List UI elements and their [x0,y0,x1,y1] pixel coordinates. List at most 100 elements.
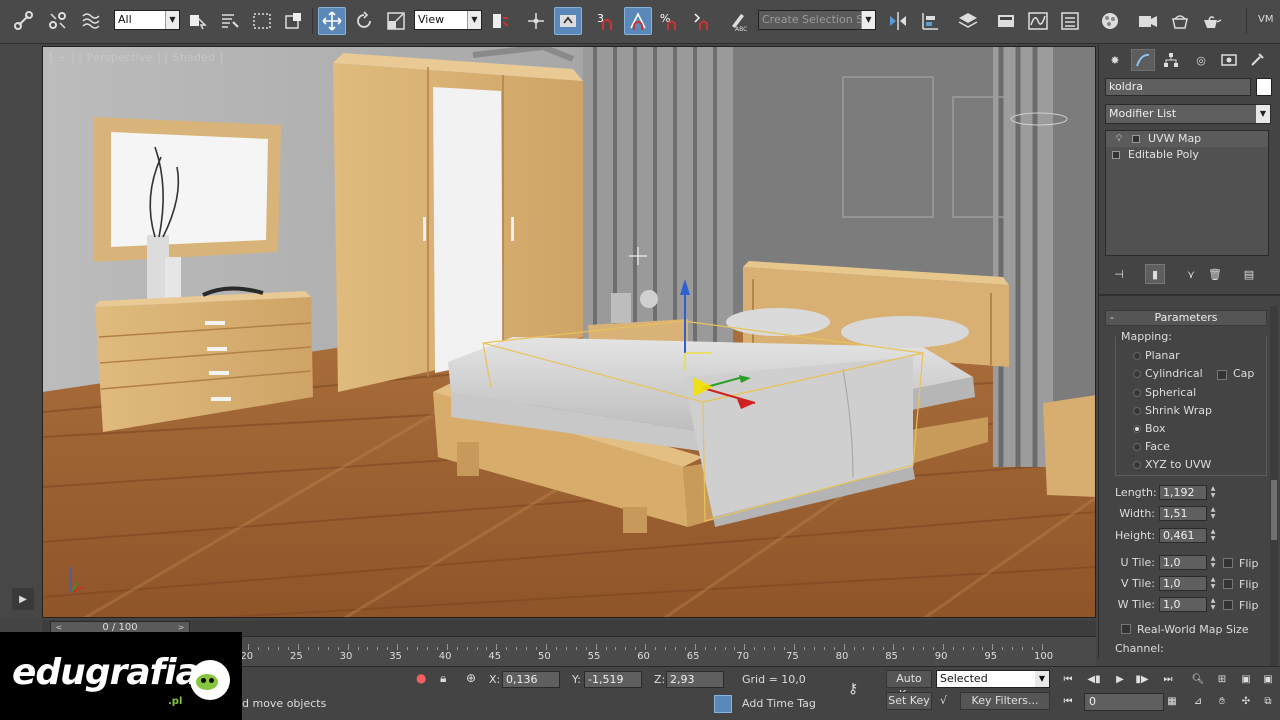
parameters-rollout-header[interactable]: - Parameters [1105,310,1267,326]
key-tangent-icon[interactable]: √ [940,694,947,707]
goto-end-icon[interactable]: ⏭ [1158,670,1178,688]
schematic-view-icon[interactable] [1056,7,1084,35]
spinner-arrows-icon[interactable]: ▲ ▼ [1209,555,1217,570]
pivot-icon[interactable] [486,7,514,35]
width-spinner[interactable]: 1,51 [1159,506,1207,521]
link-icon[interactable] [10,7,38,35]
rotate-icon[interactable] [350,7,378,35]
time-config-icon[interactable]: ▦ [1162,692,1182,710]
snap-toggle-icon[interactable]: 3 [592,7,620,35]
height-spinner[interactable]: 0,461 [1159,528,1207,543]
pin-stack-icon[interactable]: ⊣ [1109,264,1129,284]
zoom-icon[interactable]: 🔍︎ [1188,670,1208,688]
rect-selection-icon[interactable] [248,7,276,35]
spinner-arrows-icon[interactable]: ▲ ▼ [1209,528,1217,543]
spinner-arrows-icon[interactable]: ▲ ▼ [1209,506,1217,521]
radio-button[interactable] [1133,389,1141,397]
time-tag-icon[interactable] [714,695,732,713]
cap-checkbox[interactable] [1217,370,1227,380]
stack-item-editable-poly[interactable]: Editable Poly [1106,147,1268,163]
radio-button[interactable] [1133,370,1141,378]
selection-lock-pin-icon[interactable]: ● [416,671,426,685]
graphite-ribbon-icon[interactable] [992,7,1020,35]
utilities-tab-icon[interactable] [1245,49,1269,71]
prev-frame-icon[interactable]: ◀▮ [1084,670,1104,688]
absolute-mode-icon[interactable]: ⊕ [466,671,476,685]
modifier-list-dropdown[interactable]: Modifier List ▼ [1105,104,1271,124]
angle-snap-icon[interactable] [624,7,652,35]
spinner-arrows-icon[interactable]: ▲ ▼ [1209,485,1217,500]
u-flip-checkbox[interactable] [1223,558,1233,568]
mapping-xyz-to-uvw-radio[interactable]: XYZ to UVW [1133,457,1211,473]
render-setup-icon[interactable] [1134,7,1162,35]
radio-button[interactable] [1133,407,1141,415]
spinner-arrows-icon[interactable]: ▲ ▼ [1209,576,1217,591]
create-tab-icon[interactable]: ✸ [1103,49,1127,71]
spinner-snap-icon[interactable] [688,7,716,35]
radio-button[interactable] [1133,461,1141,469]
percent-snap-icon[interactable]: % [656,7,684,35]
w-tile-spinner[interactable]: 1,0 [1159,597,1207,612]
maximize-viewport-icon[interactable]: ⧉ [1258,692,1278,710]
viewport-label[interactable]: [ + ] [ Perspective ] [ Shaded ] [49,51,223,64]
set-key-button[interactable]: Set Key [886,692,932,710]
window-crossing-icon[interactable] [280,7,308,35]
u-tile-spinner[interactable]: 1,0 [1159,555,1207,570]
add-time-tag-label[interactable]: Add Time Tag [742,697,816,710]
reference-coordinate-dropdown[interactable]: View ▼ [414,10,482,30]
scale-icon[interactable] [382,7,410,35]
select-by-name-icon[interactable] [216,7,244,35]
w-flip-checkbox[interactable] [1223,600,1233,610]
v-flip-checkbox[interactable] [1223,579,1233,589]
x-coord-field[interactable]: 0,136 [502,671,560,688]
v-tile-spinner[interactable]: 1,0 [1159,576,1207,591]
named-selection-sets-dropdown[interactable]: Create Selection Se ▼ [758,10,876,30]
object-name-field[interactable]: koldra [1105,78,1251,96]
configure-sets-icon[interactable]: ▤ [1239,264,1259,284]
real-world-map-size-checkbox[interactable] [1121,624,1131,634]
current-frame-field[interactable]: 0 [1084,693,1164,711]
goto-start-icon[interactable]: ⏮ [1058,670,1078,688]
field-of-view-icon[interactable]: ⊿ [1188,692,1208,710]
radio-button[interactable] [1133,425,1141,433]
zoom-extents-icon[interactable]: ▣ [1236,670,1256,688]
y-coord-field[interactable]: -1,519 [584,671,642,688]
curve-editor-icon[interactable] [1024,7,1052,35]
key-icon[interactable]: ⚷ [848,681,858,697]
mapping-cylindrical-radio[interactable]: Cylindrical [1133,366,1203,382]
scrollbar-thumb[interactable] [1271,480,1277,540]
mapping-box-radio[interactable]: Box [1133,421,1165,437]
perspective-viewport[interactable]: [ + ] [ Perspective ] [ Shaded ] [42,46,1096,618]
stack-item-uvw-map[interactable]: 💡︎ UVW Map [1106,131,1268,147]
object-color-swatch[interactable] [1256,78,1272,96]
select-object-icon[interactable] [184,7,212,35]
length-spinner[interactable]: 1,192 [1159,485,1207,500]
mapping-planar-radio[interactable]: Planar [1133,348,1180,364]
spinner-arrows-icon[interactable]: ▲ ▼ [1209,597,1217,612]
play-icon[interactable]: ▶ [1110,670,1130,688]
expand-icon[interactable] [1112,151,1120,159]
command-panel-scrollbar[interactable] [1270,306,1278,702]
mapping-spherical-radio[interactable]: Spherical [1133,385,1196,401]
mapping-shrink-wrap-radio[interactable]: Shrink Wrap [1133,403,1212,419]
auto-key-button[interactable]: Auto Key [886,670,932,701]
zoom-extents-all-icon[interactable]: ▣ [1258,670,1278,688]
rendered-frame-icon[interactable] [1166,7,1194,35]
mapping-face-radio[interactable]: Face [1133,439,1170,455]
material-editor-icon[interactable] [1096,7,1124,35]
show-end-result-icon[interactable]: ▮ [1145,264,1165,284]
zoom-all-icon[interactable]: ⊞ [1212,670,1232,688]
keyboard-shortcut-icon[interactable] [554,7,582,35]
expand-icon[interactable] [1132,135,1140,143]
key-filters-button[interactable]: Key Filters... [960,692,1050,710]
mirror-icon[interactable] [884,7,912,35]
remove-modifier-icon[interactable]: 🗑︎ [1205,264,1225,284]
make-unique-icon[interactable]: ⋎ [1181,264,1201,284]
edit-named-sets-icon[interactable]: ABC [724,7,752,35]
unlink-icon[interactable] [44,7,72,35]
manipulate-icon[interactable] [522,7,550,35]
hierarchy-tab-icon[interactable] [1159,49,1183,71]
key-mode-toggle-icon[interactable]: ⏮ [1058,692,1078,710]
key-mode-dropdown[interactable]: Selected ▼ [936,670,1050,688]
orbit-icon[interactable]: ✣ [1236,692,1256,710]
